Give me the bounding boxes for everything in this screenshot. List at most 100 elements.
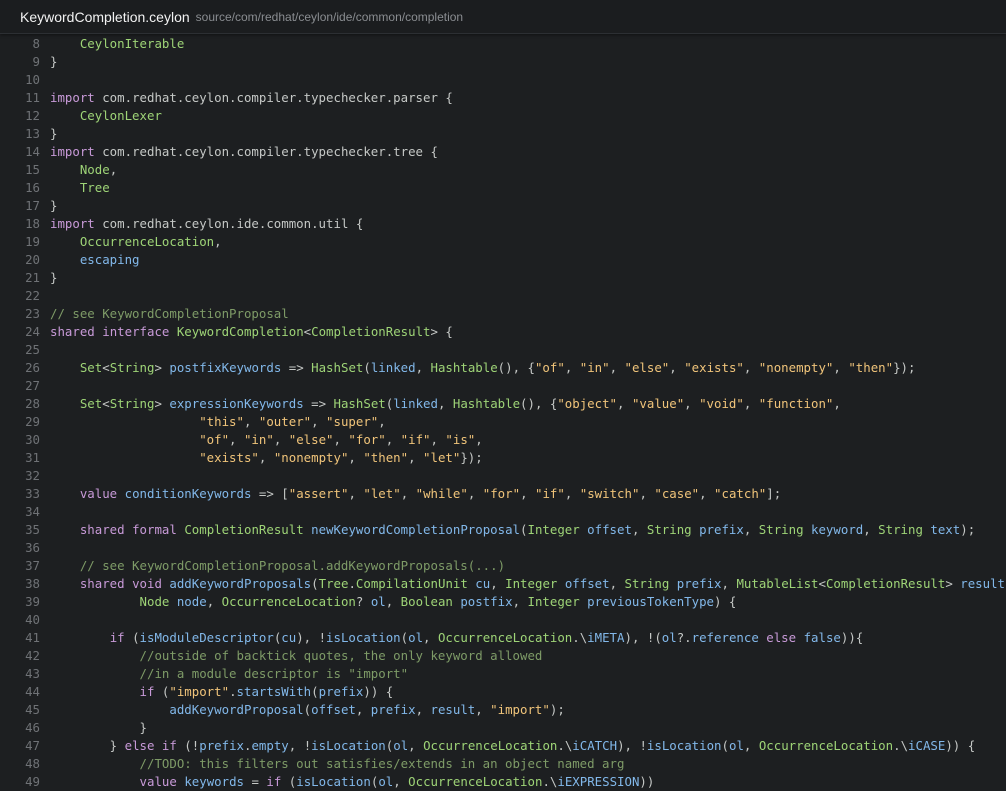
- code-token: "value": [631, 396, 685, 411]
- code-token: =>: [303, 396, 334, 411]
- code-token: if: [139, 684, 155, 699]
- code-token: previousTokenType: [587, 594, 714, 609]
- code-token: isLocation: [326, 630, 401, 645]
- code-token: (: [303, 702, 312, 717]
- code-token: iCATCH: [572, 738, 618, 753]
- code-token: (: [311, 684, 319, 699]
- code-token: "this": [199, 414, 244, 429]
- code-token: com.redhat.ceylon.compiler.typechecker.p…: [94, 90, 453, 105]
- line-number: 33: [25, 486, 40, 501]
- code-token: Hashtable: [452, 396, 521, 411]
- code-token: ,: [833, 396, 841, 411]
- code-token: ,: [415, 702, 431, 717]
- line-number: 26: [25, 360, 40, 375]
- code-token: ,: [311, 414, 327, 429]
- code-token: import: [50, 216, 95, 231]
- code-line: 41 if (isModuleDescriptor(cu), !isLocati…: [0, 629, 863, 647]
- code-token: )) {: [363, 684, 394, 699]
- code-token: ,: [385, 432, 401, 447]
- code-token: prefix: [318, 684, 364, 699]
- code-token: "nonempty": [273, 450, 349, 465]
- code-token: ,: [669, 360, 685, 375]
- code-text: "exists", "nonempty", "then", "let"});: [50, 449, 483, 467]
- code-token: ,: [229, 432, 244, 447]
- code-line: 32: [0, 467, 40, 485]
- line-number: 46: [25, 720, 40, 735]
- code-token: "nonempty": [758, 360, 834, 375]
- code-token: "super": [326, 414, 379, 429]
- line-number: 36: [25, 540, 40, 555]
- code-text: import com.redhat.ceylon.ide.common.util…: [50, 215, 363, 233]
- code-token: cu: [281, 630, 297, 645]
- code-token: "catch": [714, 486, 767, 501]
- code-token: //outside of backtick quotes, the only k…: [139, 648, 543, 663]
- code-token: prefix: [699, 522, 744, 537]
- code-text: import com.redhat.ceylon.compiler.typech…: [50, 89, 453, 107]
- code-token: Boolean: [400, 594, 453, 609]
- line-number: 28: [25, 396, 40, 411]
- code-line: 22: [0, 287, 40, 305]
- code-token: (: [363, 360, 371, 375]
- code-token: isModuleDescriptor: [139, 630, 274, 645]
- code-token: "then": [848, 360, 894, 375]
- code-text: }: [50, 125, 57, 143]
- code-token: .\: [557, 738, 573, 753]
- code-text: // see KeywordCompletionProposal.addKeyw…: [50, 557, 505, 575]
- code-token: reference: [691, 630, 759, 645]
- code-line: 37 // see KeywordCompletionProposal.addK…: [0, 557, 505, 575]
- code-token: iCASE: [908, 738, 946, 753]
- code-token: => [: [251, 486, 289, 501]
- code-text: //TODO: this filters out satisfies/exten…: [50, 755, 625, 773]
- code-token: MutableList: [736, 576, 819, 591]
- code-token: result: [960, 576, 1006, 591]
- code-token: HashSet: [311, 360, 364, 375]
- code-line: 17}: [0, 197, 57, 215]
- code-token: ,: [415, 360, 431, 375]
- code-token: shared: [79, 576, 125, 591]
- code-token: }: [50, 54, 58, 69]
- code-token: ,: [743, 396, 759, 411]
- line-number: 45: [25, 702, 40, 717]
- code-token: ,: [699, 486, 715, 501]
- code-token: ,: [564, 360, 580, 375]
- code-token: ,: [400, 486, 416, 501]
- code-token: ,: [721, 576, 737, 591]
- code-editor[interactable]: 8 CeylonIterable 9} 10 11 import com.redhat.…: [0, 34, 1006, 791]
- code-line: 27: [0, 377, 40, 395]
- code-token: "of": [534, 360, 565, 375]
- code-token: "let": [363, 486, 401, 501]
- code-token: com.redhat.ceylon.ide.common.util {: [94, 216, 364, 231]
- code-token: ), !(: [624, 630, 662, 645]
- code-token: ,: [609, 576, 625, 591]
- line-number: 49: [25, 774, 40, 789]
- code-token: ) {: [714, 594, 737, 609]
- line-number: 47: [25, 738, 40, 753]
- code-token: empty: [251, 738, 289, 753]
- code-token: ,: [833, 360, 849, 375]
- code-text: addKeywordProposal(offset, prefix, resul…: [50, 701, 564, 719]
- code-token: OccurrenceLocation: [758, 738, 894, 753]
- code-token: .\: [572, 630, 588, 645]
- code-token: false: [803, 630, 841, 645]
- code-token: ,: [214, 234, 222, 249]
- code-token: //TODO: this filters out satisfies/exten…: [139, 756, 625, 771]
- code-line: 21}: [0, 269, 57, 287]
- line-number: 48: [25, 756, 40, 771]
- code-token: .: [348, 576, 356, 591]
- code-token: );: [960, 522, 976, 537]
- code-token: "of": [199, 432, 230, 447]
- code-token: com.redhat.ceylon.compiler.typechecker.t…: [94, 144, 438, 159]
- code-token: "then": [363, 450, 409, 465]
- code-token: "switch": [579, 486, 640, 501]
- code-token: ,: [512, 594, 528, 609]
- code-token: else: [124, 738, 155, 753]
- code-token: ];: [766, 486, 782, 501]
